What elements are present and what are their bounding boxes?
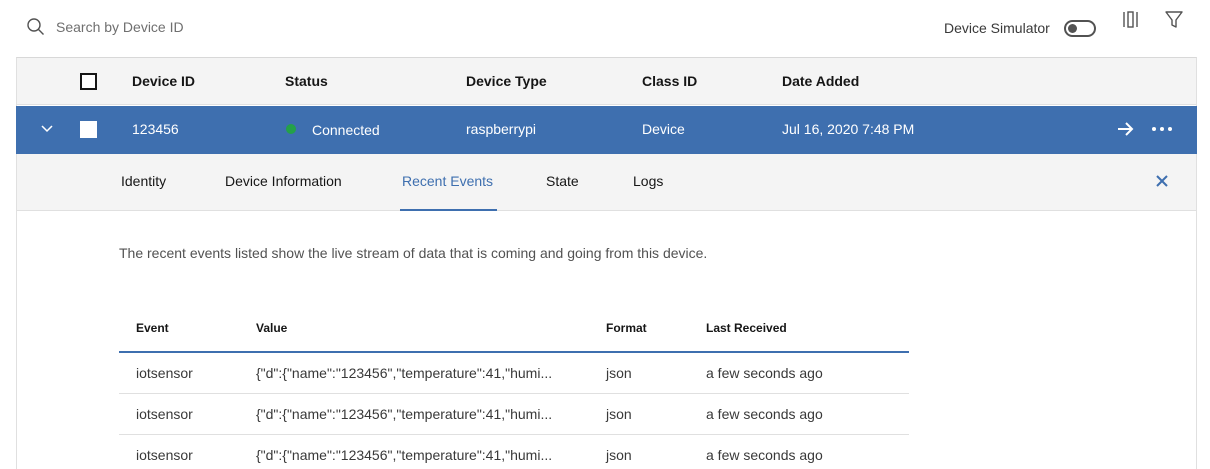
filter-icon[interactable] bbox=[1163, 9, 1185, 31]
event-format: json bbox=[606, 406, 632, 422]
cell-device-id: 123456 bbox=[132, 121, 179, 137]
table-row-selected[interactable]: 123456 Connected raspberrypi Device Jul … bbox=[16, 106, 1197, 154]
overflow-menu-icon[interactable] bbox=[1150, 119, 1174, 144]
table-row[interactable]: iotsensor {"d":{"name":"123456","tempera… bbox=[119, 435, 909, 469]
header-class-id[interactable]: Class ID bbox=[642, 73, 697, 89]
event-received: a few seconds ago bbox=[706, 365, 823, 381]
toggle-knob bbox=[1068, 24, 1077, 33]
arrow-right-icon[interactable] bbox=[1116, 119, 1136, 144]
cell-status: Connected bbox=[312, 122, 380, 138]
event-received: a few seconds ago bbox=[706, 447, 823, 463]
tab-state[interactable]: State bbox=[546, 154, 579, 211]
recent-events-table: Event Value Format Last Received iotsens… bbox=[119, 308, 909, 469]
table-row[interactable]: iotsensor {"d":{"name":"123456","tempera… bbox=[119, 394, 909, 435]
event-name: iotsensor bbox=[136, 406, 193, 422]
device-simulator-label: Device Simulator bbox=[944, 20, 1050, 36]
events-header-event: Event bbox=[136, 321, 169, 335]
device-simulator-toggle[interactable] bbox=[1064, 20, 1096, 37]
search-input[interactable]: Search by Device ID bbox=[26, 14, 184, 40]
events-header-value: Value bbox=[256, 321, 288, 335]
tab-recent-events[interactable]: Recent Events bbox=[400, 154, 497, 211]
search-placeholder: Search by Device ID bbox=[56, 19, 184, 35]
tab-logs[interactable]: Logs bbox=[633, 154, 663, 211]
event-value: {"d":{"name":"123456","temperature":41,"… bbox=[256, 406, 553, 422]
header-date-added[interactable]: Date Added bbox=[782, 73, 859, 89]
tab-identity[interactable]: Identity bbox=[121, 154, 166, 211]
recent-events-description: The recent events listed show the live s… bbox=[119, 245, 708, 261]
event-name: iotsensor bbox=[136, 365, 193, 381]
event-value: {"d":{"name":"123456","temperature":41,"… bbox=[256, 447, 553, 463]
status-connected-dot bbox=[286, 124, 296, 134]
events-header-last-received: Last Received bbox=[706, 321, 787, 335]
search-icon bbox=[27, 18, 44, 35]
events-header-format: Format bbox=[606, 321, 647, 335]
event-format: json bbox=[606, 447, 632, 463]
close-icon[interactable] bbox=[1154, 173, 1170, 189]
devices-table: Device ID Status Device Type Class ID Da… bbox=[16, 57, 1197, 469]
header-status[interactable]: Status bbox=[285, 73, 328, 89]
tab-device-information[interactable]: Device Information bbox=[225, 154, 342, 211]
table-header: Device ID Status Device Type Class ID Da… bbox=[17, 58, 1196, 105]
event-value: {"d":{"name":"123456","temperature":41,"… bbox=[256, 365, 553, 381]
events-header: Event Value Format Last Received bbox=[119, 308, 909, 353]
chevron-down-icon[interactable] bbox=[38, 120, 56, 138]
cell-class-id: Device bbox=[642, 121, 685, 137]
header-device-id[interactable]: Device ID bbox=[132, 73, 195, 89]
event-name: iotsensor bbox=[136, 447, 193, 463]
columns-icon[interactable] bbox=[1120, 9, 1142, 31]
event-received: a few seconds ago bbox=[706, 406, 823, 422]
select-all-checkbox[interactable] bbox=[80, 73, 97, 90]
cell-date-added: Jul 16, 2020 7:48 PM bbox=[782, 121, 915, 137]
cell-device-type: raspberrypi bbox=[466, 121, 537, 137]
table-row[interactable]: iotsensor {"d":{"name":"123456","tempera… bbox=[119, 353, 909, 394]
row-checkbox[interactable] bbox=[80, 121, 97, 138]
event-format: json bbox=[606, 365, 632, 381]
header-device-type[interactable]: Device Type bbox=[466, 73, 547, 89]
toolbar: Search by Device ID Device Simulator bbox=[0, 0, 1210, 56]
detail-tabs: Identity Device Information Recent Event… bbox=[17, 154, 1196, 211]
